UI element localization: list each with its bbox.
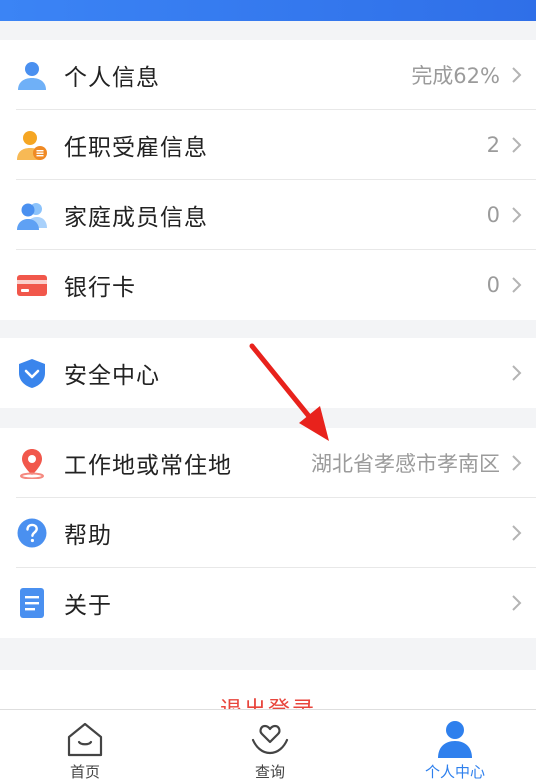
bottom-tab-bar: 首页 查询 个人中心 — [0, 709, 536, 782]
person-icon — [16, 59, 48, 91]
chevron-right-icon — [512, 277, 522, 293]
chevron-right-icon — [512, 207, 522, 223]
family-icon — [16, 199, 48, 231]
menu-item-security-center[interactable]: 安全中心 — [0, 338, 536, 408]
chevron-right-icon — [512, 525, 522, 541]
help-icon — [16, 517, 48, 549]
tab-query[interactable]: 查询 — [220, 710, 320, 782]
chevron-right-icon — [512, 595, 522, 611]
menu-item-value: 湖北省孝感市孝南区 — [311, 452, 500, 476]
heart-hand-icon — [251, 724, 289, 755]
menu-item-value: 0 — [486, 273, 500, 297]
menu-item-label: 银行卡 — [64, 275, 136, 301]
tab-home[interactable]: 首页 — [35, 710, 135, 782]
menu-item-label: 关于 — [64, 593, 112, 619]
home-icon — [67, 722, 103, 757]
chevron-right-icon — [512, 137, 522, 153]
logout-button[interactable]: 退出登录 — [0, 692, 536, 710]
location-pin-icon — [16, 447, 48, 479]
bank-card-icon — [16, 269, 48, 301]
document-icon — [16, 587, 48, 619]
settings-group: 工作地或常住地 湖北省孝感市孝南区 帮助 关于 — [0, 428, 536, 638]
chevron-right-icon — [512, 455, 522, 471]
employee-icon — [16, 129, 48, 161]
chevron-right-icon — [512, 67, 522, 83]
menu-item-about[interactable]: 关于 — [0, 568, 536, 638]
menu-item-family-info[interactable]: 家庭成员信息 0 — [0, 180, 536, 250]
user-profile-icon — [438, 721, 472, 758]
menu-item-label: 个人信息 — [64, 65, 160, 91]
status-header-bar — [0, 0, 536, 21]
tab-label: 查询 — [254, 763, 285, 781]
menu-item-label: 任职受雇信息 — [64, 135, 208, 161]
menu-item-value: 0 — [486, 203, 500, 227]
menu-item-bank-card[interactable]: 银行卡 0 — [0, 250, 536, 320]
tab-label: 个人中心 — [424, 763, 485, 781]
menu-item-label: 安全中心 — [64, 363, 160, 389]
chevron-right-icon — [512, 365, 522, 381]
logout-area: 退出登录 — [0, 670, 536, 710]
menu-item-work-location[interactable]: 工作地或常住地 湖北省孝感市孝南区 — [0, 428, 536, 498]
menu-item-personal-info[interactable]: 个人信息 完成62% — [0, 40, 536, 110]
menu-item-label: 家庭成员信息 — [64, 205, 208, 231]
menu-item-label: 工作地或常住地 — [64, 453, 232, 479]
menu-item-employment-info[interactable]: 任职受雇信息 2 — [0, 110, 536, 180]
personal-info-group: 个人信息 完成62% 任职受雇信息 2 家庭成员信息 0 银行卡 0 — [0, 40, 536, 320]
tab-label: 首页 — [69, 763, 100, 781]
menu-item-value: 2 — [486, 133, 500, 157]
security-group: 安全中心 — [0, 338, 536, 408]
tab-profile[interactable]: 个人中心 — [405, 710, 505, 782]
shield-icon — [16, 357, 48, 389]
menu-item-help[interactable]: 帮助 — [0, 498, 536, 568]
menu-item-value: 完成62% — [411, 64, 500, 88]
menu-item-label: 帮助 — [64, 523, 112, 549]
